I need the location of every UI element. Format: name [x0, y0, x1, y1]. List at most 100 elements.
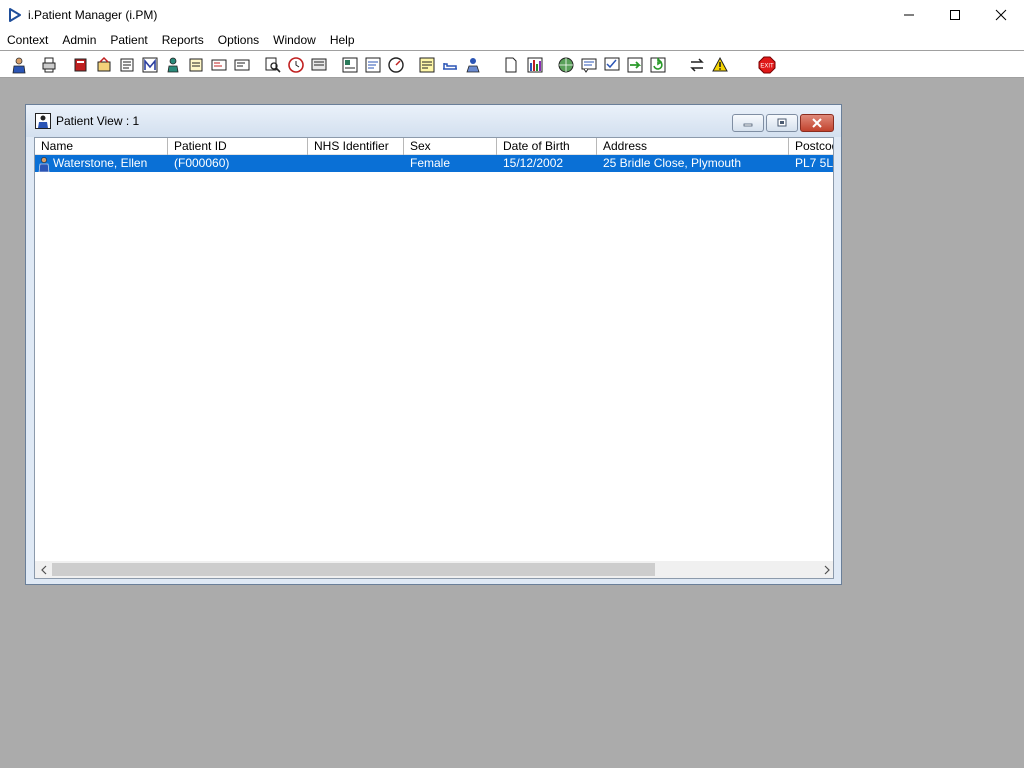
refresh-icon	[650, 56, 665, 72]
menu-admin[interactable]: Admin	[55, 30, 103, 50]
toolbar-warning-button[interactable]	[709, 54, 730, 75]
menu-window[interactable]: Window	[266, 30, 323, 50]
close-button[interactable]	[978, 0, 1024, 30]
exit-icon: EXIT	[758, 56, 775, 73]
child-close-button[interactable]	[800, 114, 834, 132]
letter-m-icon	[142, 57, 157, 72]
checklist-icon	[604, 57, 619, 70]
screen-icon	[311, 58, 326, 70]
menu-patient[interactable]: Patient	[103, 30, 154, 50]
toolbar-find-button[interactable]	[262, 54, 283, 75]
toolbar-book-button[interactable]	[70, 54, 91, 75]
table-row[interactable]: Waterstone, Ellen (F000060) Female 15/12…	[35, 155, 834, 172]
form-icon	[365, 57, 380, 72]
toolbar-bed-button[interactable]	[439, 54, 460, 75]
exit-button[interactable]: EXIT	[756, 54, 777, 75]
patient-search-icon	[12, 57, 25, 73]
toolbar-m-button[interactable]	[139, 54, 160, 75]
child-minimize-button[interactable]	[732, 114, 764, 132]
menu-bar: Context Admin Patient Reports Options Wi…	[0, 30, 1024, 50]
toolbar-notes-button[interactable]	[185, 54, 206, 75]
close-icon	[812, 118, 822, 128]
maximize-icon	[777, 118, 787, 127]
minimize-button[interactable]	[886, 0, 932, 30]
menu-context[interactable]: Context	[0, 30, 55, 50]
toolbar-card-button[interactable]	[231, 54, 252, 75]
flag-card-icon	[211, 59, 226, 70]
scrollbar-thumb[interactable]	[52, 563, 655, 576]
cell-sex: Female	[410, 156, 451, 170]
admit-patient-icon	[465, 57, 480, 72]
column-header-patient-id[interactable]: Patient ID	[168, 138, 308, 155]
toolbar-refresh-button[interactable]	[647, 54, 668, 75]
notes-icon	[189, 58, 202, 71]
cell-name: Waterstone, Ellen	[35, 155, 168, 172]
toolbar-admit-button[interactable]	[462, 54, 483, 75]
warning-icon	[711, 56, 728, 71]
patient-grid: Name Patient ID NHS Identifier Sex Date …	[34, 137, 834, 579]
magnifier-icon	[265, 57, 281, 73]
toolbar-stats-button[interactable]	[524, 54, 545, 75]
cell-patient-id: (F000060)	[174, 156, 230, 170]
patient-figure-icon	[35, 113, 51, 129]
menu-options[interactable]: Options	[211, 30, 266, 50]
memo-icon	[419, 57, 434, 72]
patient-name: Waterstone, Ellen	[53, 156, 148, 170]
chevron-right-icon	[824, 565, 830, 574]
toolbar-form-button[interactable]	[362, 54, 383, 75]
toolbar-transfer-button[interactable]	[624, 54, 645, 75]
toolbar-clinician-button[interactable]	[162, 54, 183, 75]
toolbar-swap-button[interactable]	[686, 54, 707, 75]
toolbar-globe-button[interactable]	[555, 54, 576, 75]
bed-icon	[442, 62, 457, 70]
menu-reports[interactable]: Reports	[155, 30, 211, 50]
toolbar-screen-button[interactable]	[308, 54, 329, 75]
patient-chart-icon	[342, 57, 357, 72]
scroll-right-button[interactable]	[818, 561, 833, 578]
column-header-postcode[interactable]: Postcod	[789, 138, 833, 155]
menu-help[interactable]: Help	[323, 30, 362, 50]
column-header-sex[interactable]: Sex	[404, 138, 497, 155]
clock-icon	[287, 56, 304, 73]
toolbar-flag-button[interactable]	[208, 54, 229, 75]
app-title: i.Patient Manager (i.PM)	[28, 8, 158, 22]
toolbar-chart-button[interactable]	[339, 54, 360, 75]
column-header-address[interactable]: Address	[597, 138, 789, 155]
child-maximize-button[interactable]	[766, 114, 798, 132]
patient-search-button[interactable]	[8, 54, 29, 75]
toolbar-referral-button[interactable]	[93, 54, 114, 75]
column-header-nhs-identifier[interactable]: NHS Identifier	[308, 138, 404, 155]
toolbar-message-button[interactable]	[578, 54, 599, 75]
blank-page-icon	[505, 57, 516, 72]
toolbar-timer-button[interactable]	[385, 54, 406, 75]
play-triangle-icon	[7, 7, 23, 23]
cell-nhs-identifier	[308, 155, 404, 172]
red-book-icon	[74, 58, 86, 71]
patient-view-window: Patient View : 1 Name Patient ID NHS Ide…	[25, 104, 842, 585]
horizontal-scrollbar[interactable]	[35, 561, 833, 578]
patient-view-title: Patient View : 1	[56, 114, 140, 128]
column-header-name[interactable]: Name	[35, 138, 168, 155]
patient-figure-icon	[35, 156, 53, 172]
close-icon	[995, 9, 1007, 21]
toolbar-clock-button[interactable]	[285, 54, 306, 75]
minimize-icon	[904, 14, 914, 16]
maximize-button[interactable]	[932, 0, 978, 30]
toolbar-list-button[interactable]	[116, 54, 137, 75]
cell-postcode: PL7 5LF	[795, 156, 834, 170]
document-list-icon	[120, 58, 133, 71]
bar-chart-icon	[527, 57, 542, 72]
toolbar-page-button[interactable]	[500, 54, 521, 75]
printer-icon	[42, 57, 55, 72]
scroll-left-button[interactable]	[35, 561, 52, 578]
print-button[interactable]	[38, 54, 59, 75]
cell-address: 25 Bridle Close, Plymouth	[603, 156, 742, 170]
referral-icon	[97, 56, 110, 71]
toolbar-check-button[interactable]	[601, 54, 622, 75]
patient-view-title-bar[interactable]: Patient View : 1	[26, 105, 841, 137]
cell-date-of-birth: 15/12/2002	[503, 156, 564, 170]
column-header-date-of-birth[interactable]: Date of Birth	[497, 138, 597, 155]
toolbar: EXIT	[0, 50, 1024, 78]
maximize-icon	[950, 10, 960, 20]
toolbar-memo-button[interactable]	[416, 54, 437, 75]
